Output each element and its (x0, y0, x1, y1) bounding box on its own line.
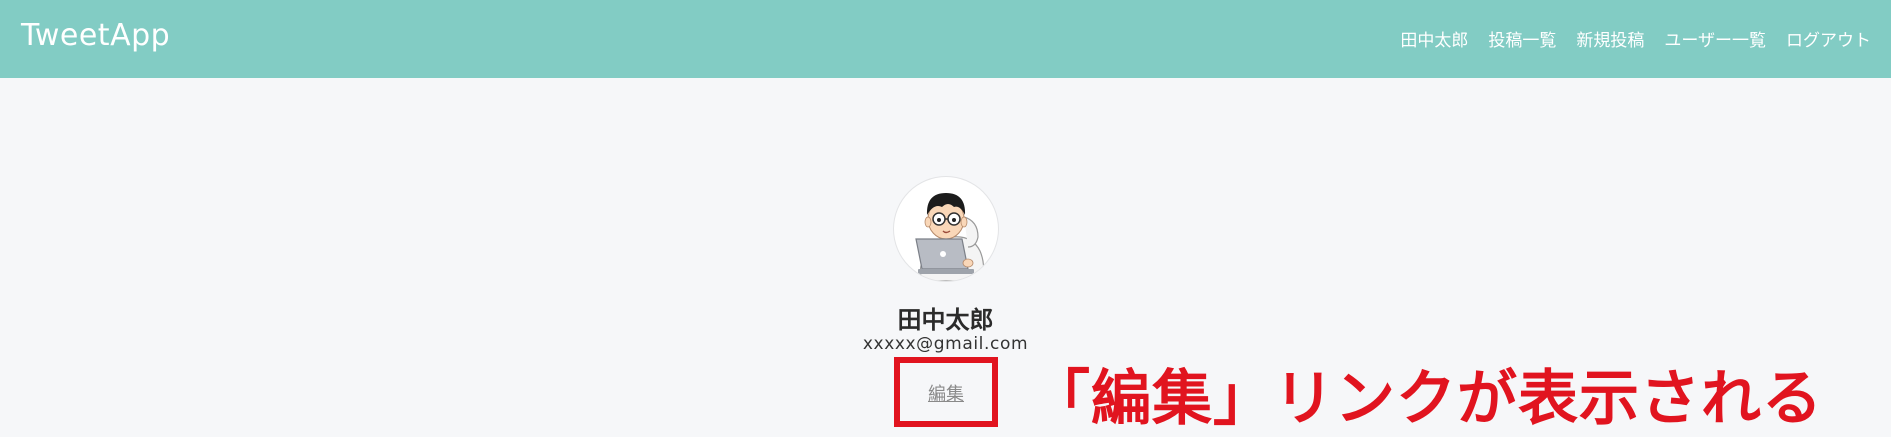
header-nav: 田中太郎 投稿一覧 新規投稿 ユーザー一覧 ログアウト (1400, 26, 1871, 51)
nav-item-users[interactable]: ユーザー一覧 (1664, 26, 1766, 51)
nav-item-logout[interactable]: ログアウト (1786, 26, 1871, 51)
user-with-laptop-illustration-icon (915, 193, 985, 281)
edit-profile-link[interactable]: 編集 (894, 380, 998, 406)
avatar (894, 177, 998, 281)
user-name: 田中太郎 (897, 306, 994, 334)
top-navbar: TweetApp 田中太郎 投稿一覧 新規投稿 ユーザー一覧 ログアウト (0, 0, 1891, 78)
brand-logo-link[interactable]: TweetApp (21, 18, 170, 53)
nav-item-posts[interactable]: 投稿一覧 (1488, 26, 1556, 51)
nav-item-new-post[interactable]: 新規投稿 (1576, 26, 1644, 51)
nav-item-current-user[interactable]: 田中太郎 (1400, 26, 1468, 51)
annotation-text: 「編集」リンクが表示される (1030, 364, 1823, 434)
